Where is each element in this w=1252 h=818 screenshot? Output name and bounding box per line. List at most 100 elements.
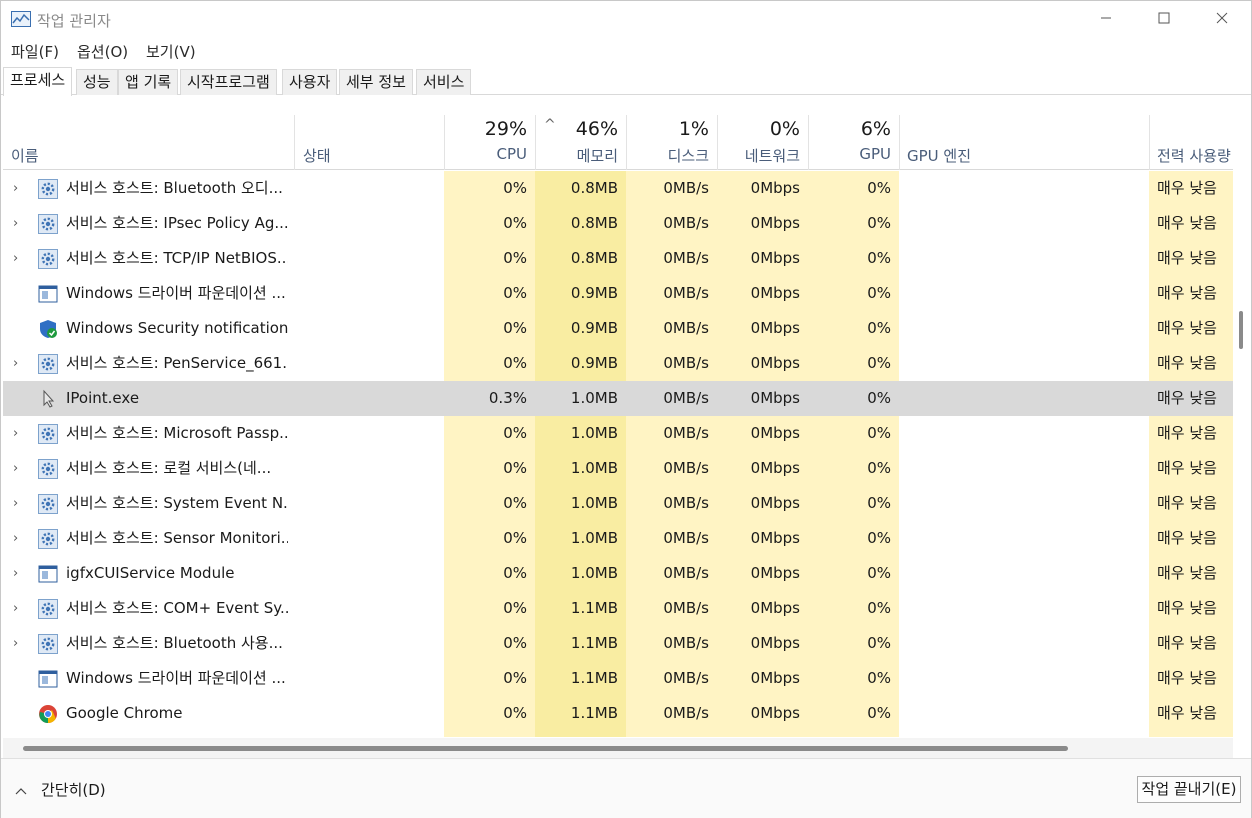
column-status[interactable]: 상태 <box>303 145 331 166</box>
maximize-button[interactable] <box>1135 1 1193 37</box>
tab-processes[interactable]: 프로세스 <box>3 67 73 96</box>
process-row[interactable]: › 서비스 호스트: COM+ Event Sy... 0% 1.1MB 0MB/s 0M… <box>3 591 1233 626</box>
minimize-button[interactable] <box>1077 1 1135 37</box>
tab-services[interactable]: 서비스 <box>416 69 472 95</box>
column-name[interactable]: 이름 <box>11 145 39 166</box>
app-window-icon <box>38 284 58 304</box>
process-row[interactable]: Windows 드라이버 파운데이션 ... 0% 0.9MB 0MB/s 0Mbps 0… <box>3 276 1233 311</box>
process-row[interactable]: › 서비스 호스트: TCP/IP NetBIOS... 0% 0.8MB 0MB/s 0… <box>3 241 1233 276</box>
memory-value: 1.0MB <box>570 494 618 512</box>
app-window-icon <box>38 564 58 584</box>
tab-details[interactable]: 세부 정보 <box>339 69 413 95</box>
column-divider[interactable] <box>899 115 900 170</box>
expand-chevron-icon[interactable]: › <box>13 416 25 451</box>
process-name: igfxCUIService Module <box>66 564 235 582</box>
cpu-value: 0% <box>503 354 527 372</box>
memory-value: 1.0MB <box>570 459 618 477</box>
expand-chevron-icon[interactable]: › <box>13 451 25 486</box>
process-row[interactable]: IPoint.exe 0.3% 1.0MB 0MB/s 0Mbps 0% 매우 낮음 <box>3 381 1233 416</box>
horizontal-scrollbar[interactable] <box>3 738 1233 758</box>
memory-value: 1.0MB <box>570 564 618 582</box>
expand-chevron-icon[interactable]: › <box>13 171 25 206</box>
expand-chevron-icon[interactable]: › <box>13 591 25 626</box>
tab-startup[interactable]: 시작프로그램 <box>180 69 277 95</box>
network-value: 0Mbps <box>750 494 800 512</box>
expand-chevron-icon[interactable]: › <box>13 206 25 241</box>
process-row[interactable]: Google Chrome 0% 1.1MB 0MB/s 0Mbps 0% 매우 낮음 <box>3 696 1233 731</box>
process-row[interactable]: › 서비스 호스트: Bluetooth 사용... 0% 1.1MB 0MB/s 0Mb… <box>3 626 1233 661</box>
end-task-button[interactable]: 작업 끝내기(E) <box>1137 776 1241 803</box>
process-row[interactable]: › 서비스 호스트: Sensor Monitori... 0% 1.0MB 0MB/s… <box>3 521 1233 556</box>
memory-value: 0.9MB <box>570 319 618 337</box>
column-divider[interactable] <box>626 115 627 170</box>
disk-value: 0MB/s <box>663 599 709 617</box>
tab-bar: 프로세스 성능 앱 기록 시작프로그램 사용자 세부 정보 서비스 <box>1 67 1251 96</box>
power-usage-value: 매우 낮음 <box>1157 564 1217 582</box>
process-name: 서비스 호스트: COM+ Event Sy... <box>66 599 288 617</box>
cpu-value: 0% <box>503 319 527 337</box>
gpu-value: 0% <box>867 389 891 407</box>
process-row[interactable]: › 서비스 호스트: PenService_661... 0% 0.9MB 0MB/s 0… <box>3 346 1233 381</box>
cpu-value: 0% <box>503 564 527 582</box>
column-gpu-engine[interactable]: GPU 엔진 <box>907 145 971 166</box>
process-row[interactable]: › 서비스 호스트: Microsoft Passp... 0% 1.0MB 0MB/s… <box>3 416 1233 451</box>
process-name: 서비스 호스트: PenService_661... <box>66 354 288 372</box>
process-row[interactable]: Windows 드라이버 파운데이션 ... 0% 1.1MB 0MB/s 0Mbps 0… <box>3 661 1233 696</box>
network-value: 0Mbps <box>750 564 800 582</box>
power-usage-value: 매우 낮음 <box>1157 284 1217 302</box>
process-row[interactable]: Windows Security notification i... 0% 0.9M… <box>3 311 1233 346</box>
process-row[interactable]: › 서비스 호스트: 로컬 서비스(네... 0% 1.0MB 0MB/s 0Mbps 0%… <box>3 451 1233 486</box>
expand-chevron-icon[interactable]: › <box>13 346 25 381</box>
expand-chevron-icon[interactable]: › <box>13 626 25 661</box>
cpu-value: 0.3% <box>488 389 527 407</box>
column-power-usage[interactable]: 전력 사용량 <box>1157 145 1231 166</box>
column-cpu[interactable]: CPU <box>455 145 528 163</box>
cpu-value: 0% <box>503 599 527 617</box>
tab-performance[interactable]: 성능 <box>76 69 118 95</box>
column-divider[interactable] <box>294 115 295 170</box>
expand-chevron-icon[interactable]: › <box>13 241 25 276</box>
gpu-value: 0% <box>867 669 891 687</box>
power-usage-value: 매우 낮음 <box>1157 599 1217 617</box>
process-row[interactable]: › igfxCUIService Module 0% 1.0MB 0MB/s 0Mbps 0… <box>3 556 1233 591</box>
column-divider[interactable] <box>535 115 536 170</box>
footer-bar: 간단히(D) 작업 끝내기(E) <box>1 758 1251 818</box>
column-divider[interactable] <box>808 115 809 170</box>
column-divider[interactable] <box>444 115 445 170</box>
cpu-value: 0% <box>503 179 527 197</box>
column-disk[interactable]: 디스크 <box>637 145 709 166</box>
menu-options[interactable]: 옵션(O) <box>77 41 128 62</box>
fewer-details-button[interactable]: 간단히(D) <box>15 779 106 800</box>
tab-app-history[interactable]: 앱 기록 <box>118 69 179 95</box>
column-gpu[interactable]: GPU <box>819 145 891 163</box>
expand-chevron-icon[interactable]: › <box>13 521 25 556</box>
close-button[interactable] <box>1193 1 1251 37</box>
tab-users[interactable]: 사용자 <box>282 69 338 95</box>
network-value: 0Mbps <box>750 284 800 302</box>
memory-value: 0.8MB <box>570 179 618 197</box>
memory-percent: 46% <box>575 118 618 140</box>
column-divider[interactable] <box>1149 115 1150 170</box>
vertical-scroll-thumb[interactable] <box>1239 311 1243 349</box>
column-network[interactable]: 네트워크 <box>718 145 800 166</box>
menu-view[interactable]: 보기(V) <box>146 41 196 62</box>
gear-icon <box>38 599 58 619</box>
cpu-value: 0% <box>503 459 527 477</box>
expand-chevron-icon[interactable]: › <box>13 556 25 591</box>
vertical-scrollbar[interactable] <box>1239 171 1245 737</box>
column-memory[interactable]: 메모리 <box>546 145 618 166</box>
expand-chevron-icon[interactable]: › <box>13 486 25 521</box>
network-value: 0Mbps <box>750 249 800 267</box>
process-name: Windows Security notification i... <box>66 319 288 337</box>
process-row[interactable]: › 서비스 호스트: IPsec Policy Ag... 0% 0.8MB 0MB/s… <box>3 206 1233 241</box>
memory-value: 1.0MB <box>570 529 618 547</box>
network-value: 0Mbps <box>750 319 800 337</box>
process-row[interactable]: › 서비스 호스트: Bluetooth 오디... 0% 0.8MB 0MB/s 0Mb… <box>3 171 1233 206</box>
disk-percent: 1% <box>678 118 709 140</box>
power-usage-value: 매우 낮음 <box>1157 634 1217 652</box>
horizontal-scroll-thumb[interactable] <box>23 746 1068 751</box>
disk-value: 0MB/s <box>663 389 709 407</box>
process-row[interactable]: › 서비스 호스트: System Event N... 0% 1.0MB 0MB/s 0… <box>3 486 1233 521</box>
menu-file[interactable]: 파일(F) <box>11 41 59 62</box>
process-name: 서비스 호스트: System Event N... <box>66 494 288 512</box>
